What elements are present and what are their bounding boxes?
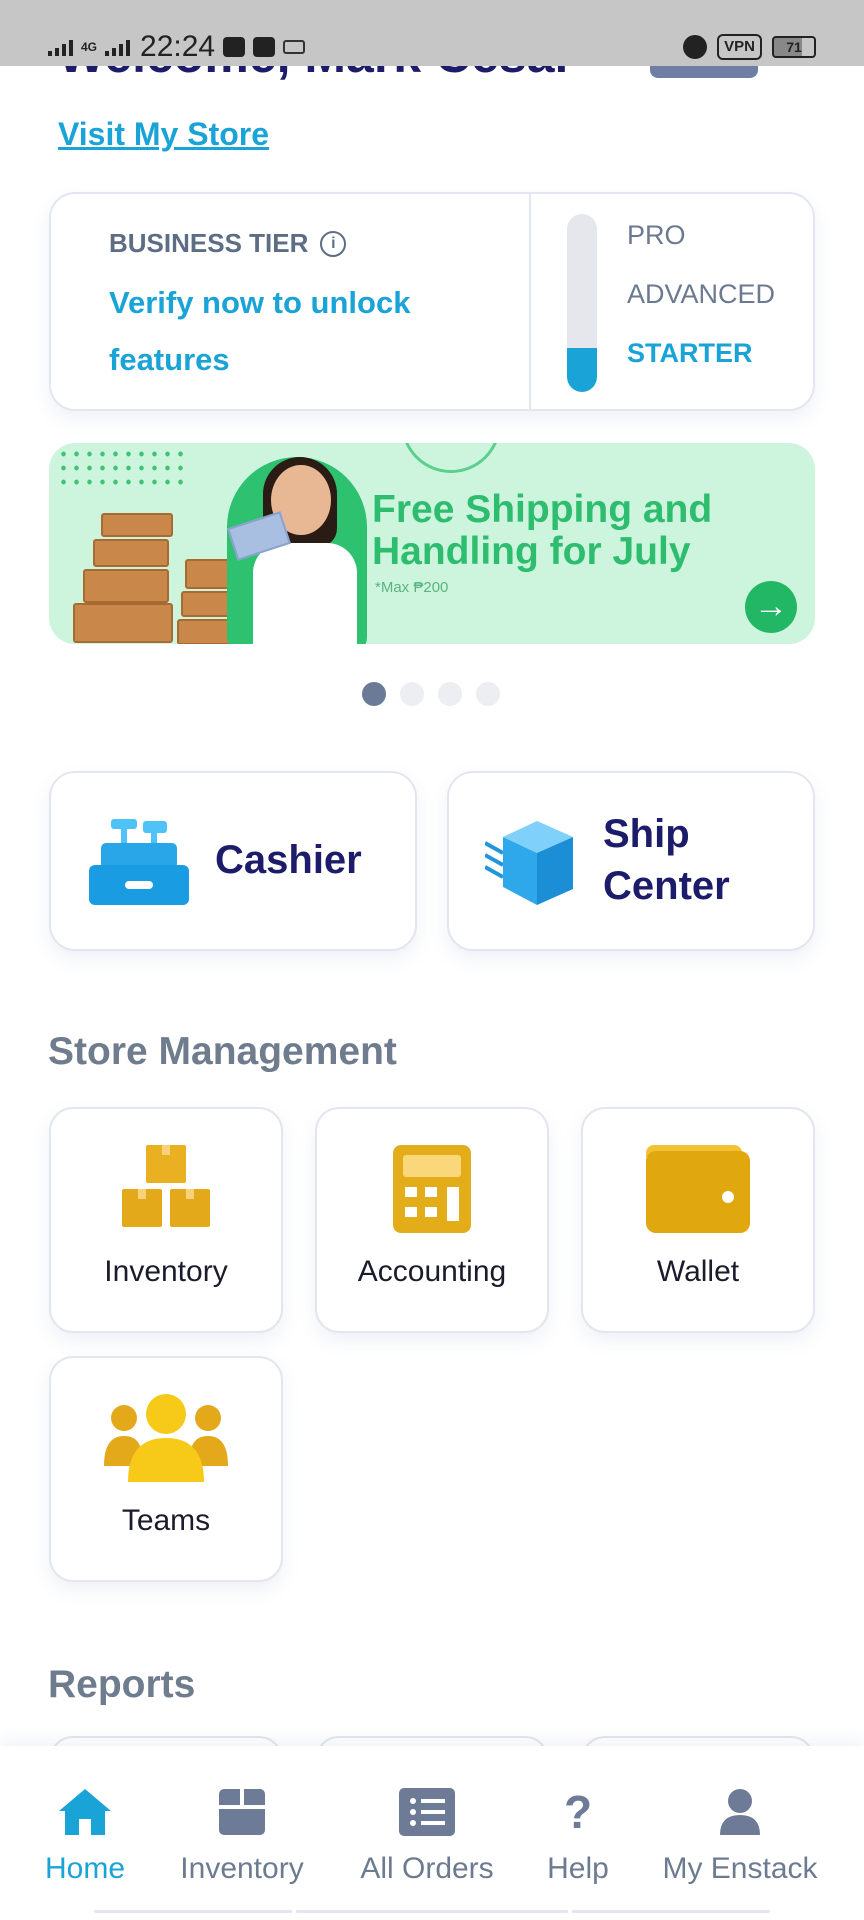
- shipping-box-icon: [485, 821, 573, 905]
- cash-register-icon: [89, 819, 189, 905]
- store-management-heading: Store Management: [48, 1030, 397, 1073]
- nav-divider: [94, 1910, 292, 1913]
- accounting-tile[interactable]: Accounting: [315, 1107, 549, 1333]
- tier-label: BUSINESS TIER: [109, 228, 309, 258]
- parcel-box: [93, 539, 169, 567]
- arc-decoration: [401, 443, 501, 473]
- promo-banner[interactable]: Free Shipping and Handling for July *Max…: [49, 443, 815, 644]
- nav-all-orders-label: All Orders: [360, 1852, 494, 1885]
- tier-divider: [529, 194, 531, 409]
- tier-progress-fill: [567, 347, 597, 392]
- business-tier-card[interactable]: BUSINESS TIER i Verify now to unlock fea…: [49, 192, 815, 411]
- tier-progress-track: [567, 214, 597, 392]
- nav-divider: [296, 1910, 568, 1913]
- calculator-icon: [393, 1145, 471, 1233]
- tier-label-row: BUSINESS TIER i: [109, 228, 347, 259]
- tier-levels: PRO ADVANCED STARTER: [627, 220, 775, 397]
- carousel-dot[interactable]: [476, 682, 500, 706]
- wallet-tile[interactable]: Wallet: [581, 1107, 815, 1333]
- arrow-right-icon[interactable]: →: [745, 581, 797, 633]
- reports-heading: Reports: [48, 1663, 196, 1706]
- nav-my-enstack-label: My Enstack: [662, 1852, 818, 1885]
- question-icon: ?: [563, 1786, 593, 1838]
- parcel-box: [73, 603, 173, 643]
- ship-center-label-line2: Center: [603, 864, 730, 908]
- status-bar: 4G 22:24 VPN 71: [0, 0, 864, 66]
- banner-title: Free Shipping and Handling for July: [372, 488, 713, 573]
- dot-pattern-decoration: [57, 447, 187, 493]
- person-shirt: [253, 543, 357, 644]
- team-icon: [104, 1394, 228, 1482]
- signal-2-icon: [105, 38, 131, 56]
- wallet-icon: [646, 1145, 750, 1233]
- mail-notification-icon: [253, 37, 276, 57]
- info-icon[interactable]: i: [320, 230, 347, 257]
- list-icon: [399, 1788, 455, 1836]
- nav-all-orders[interactable]: All Orders: [354, 1786, 500, 1886]
- signal-icon: [48, 38, 73, 56]
- accounting-tile-label: Accounting: [357, 1255, 507, 1288]
- ship-center-button[interactable]: Ship Center: [447, 771, 815, 951]
- nav-home[interactable]: Home: [40, 1786, 130, 1886]
- sim-notification-icon: [283, 40, 306, 54]
- nav-inventory-label: Inventory: [180, 1852, 304, 1885]
- carousel-dot[interactable]: [400, 682, 424, 706]
- verify-cta[interactable]: Verify now to unlock features: [109, 274, 489, 388]
- bottom-navigation: Home Inventory All Orders ? Help My Enst…: [0, 1746, 864, 1920]
- parcel-box: [101, 513, 173, 537]
- battery-icon: 71: [772, 36, 816, 58]
- nav-help[interactable]: ? Help: [540, 1786, 616, 1886]
- boxes-icon: [122, 1145, 210, 1227]
- network-type: 4G: [81, 39, 98, 54]
- inventory-tile[interactable]: Inventory: [49, 1107, 283, 1333]
- tier-level-advanced: ADVANCED: [627, 279, 776, 309]
- tier-level-starter: STARTER: [627, 338, 753, 368]
- nav-inventory[interactable]: Inventory: [172, 1786, 312, 1886]
- carousel-pagination: [362, 682, 500, 706]
- carousel-dot[interactable]: [438, 682, 462, 706]
- box-icon: [219, 1789, 265, 1835]
- status-right: VPN 71: [683, 34, 816, 60]
- cashier-label: Cashier: [215, 838, 362, 882]
- carousel-dot[interactable]: [362, 682, 386, 706]
- clock: 22:24: [140, 30, 216, 63]
- cashier-button[interactable]: Cashier: [49, 771, 417, 951]
- wallet-tile-label: Wallet: [656, 1255, 740, 1288]
- nav-divider: [572, 1910, 770, 1913]
- vpn-badge: VPN: [717, 34, 762, 60]
- nav-my-enstack[interactable]: My Enstack: [656, 1786, 824, 1886]
- user-icon: [720, 1789, 760, 1835]
- tier-level-pro: PRO: [627, 220, 686, 250]
- visit-store-link[interactable]: Visit My Store: [58, 116, 269, 153]
- nav-home-label: Home: [44, 1852, 126, 1885]
- alarm-icon: [683, 35, 708, 59]
- status-left: 4G 22:24: [48, 30, 306, 64]
- home-icon: [59, 1789, 111, 1835]
- banner-note: *Max ₱200: [375, 579, 449, 596]
- youtube-notification-icon: [223, 37, 246, 57]
- inventory-tile-label: Inventory: [104, 1255, 228, 1288]
- teams-tile-label: Teams: [121, 1504, 211, 1537]
- ship-center-label-line1: Ship: [603, 812, 690, 856]
- parcel-box: [83, 569, 169, 603]
- teams-tile[interactable]: Teams: [49, 1356, 283, 1582]
- nav-help-label: Help: [547, 1852, 609, 1885]
